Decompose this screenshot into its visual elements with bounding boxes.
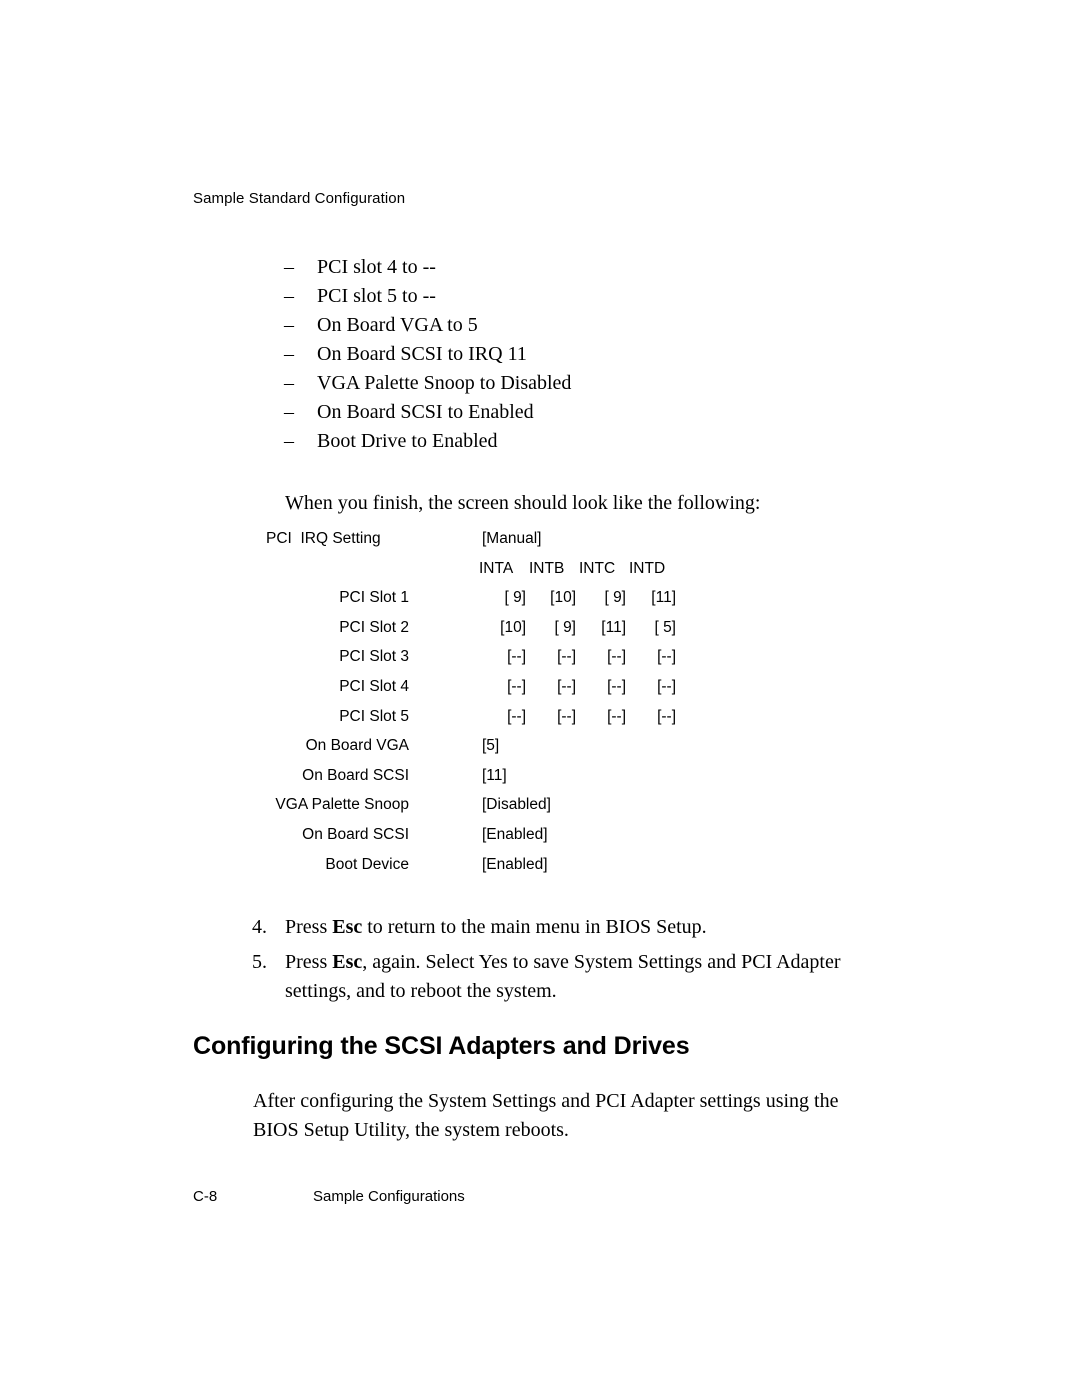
column-header-intd: INTD	[629, 559, 666, 577]
bios-column-header-row: INTA INTB INTC INTD	[0, 554, 1080, 584]
numbered-steps: 4. Press Esc to return to the main menu …	[252, 913, 852, 1012]
bios-cell-intd: [--]	[657, 677, 676, 695]
bios-row-value: [Disabled]	[482, 796, 551, 814]
bios-row-value: [Manual]	[482, 530, 542, 547]
list-item-label: Boot Drive to Enabled	[317, 430, 498, 452]
bios-cell-inta: [--]	[507, 648, 526, 666]
bios-cell-intc: [--]	[607, 707, 626, 725]
step-text-prefix: Press	[285, 916, 333, 938]
list-item-label: On Board SCSI to IRQ 11	[317, 343, 527, 365]
list-item: – Boot Drive to Enabled	[284, 427, 844, 456]
bios-row-label: PCI Slot 3	[339, 648, 409, 666]
list-item-label: On Board SCSI to Enabled	[317, 401, 534, 423]
intro-sentence: When you finish, the screen should look …	[285, 492, 761, 514]
bios-cell-intc: [ 9]	[604, 589, 626, 607]
dash-marker-icon: –	[284, 401, 294, 423]
bios-row-pci-slot-1: PCI Slot 1 [ 9] [10] [ 9] [11]	[0, 583, 1080, 613]
step-text: Press Esc, again. Select Yes to save Sys…	[285, 948, 852, 1006]
bios-cell-intd: [ 5]	[654, 618, 676, 636]
dash-marker-icon: –	[284, 285, 294, 307]
bios-cell-intd: [--]	[657, 707, 676, 725]
dash-marker-icon: –	[284, 343, 294, 365]
list-item: – On Board VGA to 5	[284, 311, 844, 340]
bios-cell-inta: [ 9]	[504, 589, 526, 607]
step-key-esc: Esc	[332, 951, 363, 973]
bios-row-on-board-vga: On Board VGA [5]	[0, 731, 1080, 761]
step-item: 5. Press Esc, again. Select Yes to save …	[252, 948, 852, 1006]
bios-cell-intd: [11]	[651, 589, 676, 607]
step-key-esc: Esc	[332, 916, 363, 938]
list-item-label: PCI slot 5 to --	[317, 285, 436, 307]
bios-row-value: [Enabled]	[482, 855, 548, 873]
list-item-label: VGA Palette Snoop to Disabled	[317, 372, 572, 394]
bios-row-label: VGA Palette Snoop	[275, 796, 409, 814]
step-number: 4.	[252, 916, 267, 938]
step-number: 5.	[252, 951, 267, 973]
bios-cell-inta: [10]	[500, 618, 526, 636]
step-text-suffix: to return to the main menu in BIOS Setup…	[362, 916, 707, 938]
bios-cell-intb: [--]	[557, 648, 576, 666]
bios-row-vga-palette-snoop: VGA Palette Snoop [Disabled]	[0, 790, 1080, 820]
body-paragraph-line: BIOS Setup Utility, the system reboots.	[253, 1119, 569, 1141]
bios-row-pci-slot-5: PCI Slot 5 [--] [--] [--] [--]	[0, 702, 1080, 732]
list-item: – VGA Palette Snoop to Disabled	[284, 369, 844, 398]
bios-row-value: [11]	[482, 766, 507, 784]
bios-cell-intc: [11]	[601, 618, 626, 636]
bios-row-on-board-scsi-irq: On Board SCSI [11]	[0, 761, 1080, 791]
bios-cell-inta: [--]	[507, 707, 526, 725]
page-title: Configuring the SCSI Adapters and Drives	[193, 1032, 690, 1060]
footer-page-number: C-8	[193, 1188, 218, 1205]
dash-marker-icon: –	[284, 430, 294, 452]
bios-screen-listing: PCI IRQ Setting [Manual] INTA INTB INTC …	[0, 524, 1080, 879]
step-text: Press Esc to return to the main menu in …	[285, 913, 852, 942]
body-paragraph: After configuring the System Settings an…	[253, 1087, 853, 1145]
list-item: – On Board SCSI to IRQ 11	[284, 340, 844, 369]
bios-row-label: On Board VGA	[305, 737, 409, 755]
bios-cell-intb: [10]	[550, 589, 576, 607]
dash-marker-icon: –	[284, 372, 294, 394]
bios-cell-intc: [--]	[607, 677, 626, 695]
bios-cell-intb: [--]	[557, 707, 576, 725]
bios-row-pci-slot-3: PCI Slot 3 [--] [--] [--] [--]	[0, 642, 1080, 672]
bios-row-boot-device: Boot Device [Enabled]	[0, 850, 1080, 880]
step-text-suffix: , again. Select Yes to save System Setti…	[285, 951, 841, 1002]
bios-row-label: PCI Slot 2	[339, 618, 409, 636]
document-page: Sample Standard Configuration – PCI slot…	[0, 0, 1080, 1397]
footer-section-title: Sample Configurations	[313, 1188, 465, 1205]
bios-row-label: PCI Slot 5	[339, 707, 409, 725]
bios-cell-inta: [--]	[507, 677, 526, 695]
list-item-label: PCI slot 4 to --	[317, 256, 436, 278]
bios-cell-intc: [--]	[607, 648, 626, 666]
column-header-intc: INTC	[579, 559, 616, 577]
bios-row-label: Boot Device	[325, 855, 409, 873]
bios-cell-intb: [--]	[557, 677, 576, 695]
bios-row-value: [Enabled]	[482, 825, 548, 843]
dash-marker-icon: –	[284, 256, 294, 278]
column-header-intb: INTB	[529, 559, 565, 577]
bios-cell-intd: [--]	[657, 648, 676, 666]
list-item: – On Board SCSI to Enabled	[284, 398, 844, 427]
dash-marker-icon: –	[284, 314, 294, 336]
bios-row-label: PCI Slot 1	[339, 589, 409, 607]
step-text-prefix: Press	[285, 951, 333, 973]
bios-cell-intb: [ 9]	[554, 618, 576, 636]
list-item-label: On Board VGA to 5	[317, 314, 478, 336]
bios-row-value: [5]	[482, 737, 500, 755]
step-item: 4. Press Esc to return to the main menu …	[252, 913, 852, 942]
body-paragraph-line: After configuring the System Settings an…	[253, 1090, 839, 1112]
bios-row-pci-slot-2: PCI Slot 2 [10] [ 9] [11] [ 5]	[0, 613, 1080, 643]
bios-row-label: PCI Slot 4	[339, 677, 409, 695]
bios-row-on-board-scsi-enable: On Board SCSI [Enabled]	[0, 820, 1080, 850]
bios-row-pci-slot-4: PCI Slot 4 [--] [--] [--] [--]	[0, 672, 1080, 702]
bios-row-pci-irq-setting: PCI IRQ Setting [Manual]	[0, 524, 1080, 554]
bios-row-label: On Board SCSI	[302, 766, 409, 784]
column-header-inta: INTA	[479, 559, 514, 577]
bios-row-label: On Board SCSI	[302, 825, 409, 843]
list-item: – PCI slot 4 to --	[284, 253, 844, 282]
list-item: – PCI slot 5 to --	[284, 282, 844, 311]
running-header: Sample Standard Configuration	[193, 190, 406, 207]
settings-dash-list: – PCI slot 4 to -- – PCI slot 5 to -- – …	[284, 253, 844, 456]
